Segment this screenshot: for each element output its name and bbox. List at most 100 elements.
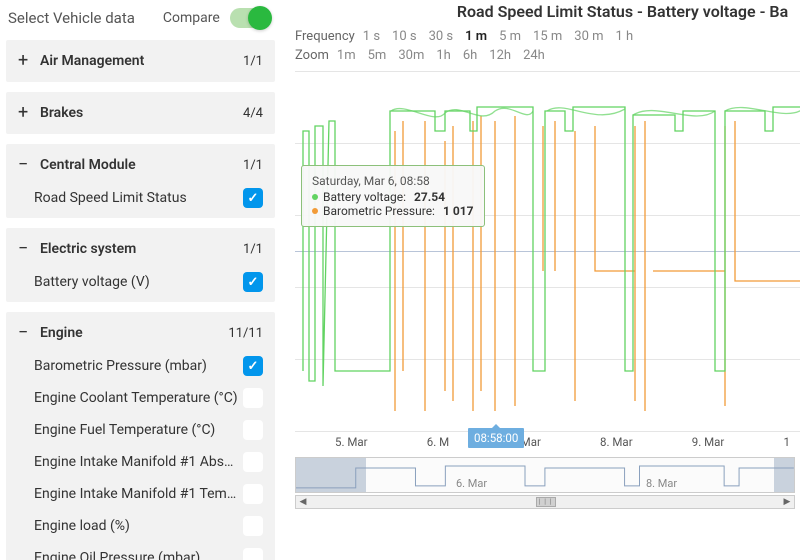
check-icon: ✓ bbox=[248, 275, 259, 290]
group-header[interactable]: + Air Management1/1 bbox=[6, 44, 275, 78]
group-item-label: Engine Oil Pressure (mbar) bbox=[34, 550, 239, 560]
checkbox[interactable]: ✓ bbox=[243, 188, 263, 208]
sidebar: Select Vehicle data Compare + Air Managem… bbox=[0, 0, 285, 560]
checkbox[interactable] bbox=[243, 452, 263, 472]
x-tick: 9. Mar bbox=[692, 435, 725, 449]
tooltip-series-value: 1 017 bbox=[443, 204, 474, 218]
group-item-label: Engine Fuel Temperature (°C) bbox=[34, 422, 239, 438]
group-count: 4/4 bbox=[243, 106, 263, 121]
series-dot-icon bbox=[312, 194, 318, 200]
frequency-options: 1 s 10 s 30 s 1 m 5 m 15 m 30 m 1 h bbox=[363, 29, 633, 44]
horizontal-scrollbar[interactable]: ◀ | | | ▶ bbox=[295, 495, 795, 509]
group: + Air Management1/1 bbox=[6, 40, 275, 82]
group-name: Air Management bbox=[40, 53, 243, 69]
group-count: 1/1 bbox=[243, 158, 263, 173]
group-item[interactable]: Road Speed Limit Status✓ bbox=[6, 182, 275, 214]
tooltip-row: Barometric Pressure: 1 017 bbox=[312, 204, 474, 218]
main: Road Speed Limit Status - Battery voltag… bbox=[285, 0, 800, 560]
group-header[interactable]: −Engine11/11 bbox=[6, 316, 275, 350]
zoom-option[interactable]: 1h bbox=[436, 48, 450, 63]
expand-icon: − bbox=[18, 156, 32, 174]
sidebar-title: Select Vehicle data bbox=[8, 9, 135, 27]
group-name: Central Module bbox=[40, 157, 243, 173]
group-header[interactable]: +Brakes4/4 bbox=[6, 96, 275, 130]
group-item-label: Road Speed Limit Status bbox=[34, 190, 239, 206]
zoom-option[interactable]: 30m bbox=[398, 48, 424, 63]
chart-title: Road Speed Limit Status - Battery voltag… bbox=[295, 2, 800, 21]
group-count: 1/1 bbox=[243, 54, 263, 69]
expand-icon: − bbox=[18, 324, 32, 342]
frequency-option[interactable]: 30 s bbox=[429, 29, 454, 44]
x-tick: 8. Mar bbox=[600, 435, 633, 449]
x-tick: 1 bbox=[784, 435, 790, 449]
tooltip-series-name: Barometric Pressure: bbox=[323, 204, 435, 218]
group-item[interactable]: Engine Coolant Temperature (°C) bbox=[6, 382, 275, 414]
zoom-options: 1m 5m 30m 1h 6h 12h 24h bbox=[337, 48, 545, 63]
zoom-option[interactable]: 5m bbox=[368, 48, 387, 63]
group-item-label: Engine Intake Manifold #1 Abs… bbox=[34, 454, 239, 470]
group-item[interactable]: Engine load (%) bbox=[6, 510, 275, 542]
group-count: 11/11 bbox=[228, 326, 263, 341]
chart-navigator[interactable]: 6. Mar 8. Mar bbox=[295, 457, 795, 493]
x-tick: 6. M bbox=[427, 435, 449, 449]
group-header[interactable]: −Electric system1/1 bbox=[6, 232, 275, 266]
group-item[interactable]: Battery voltage (V) ✓ bbox=[6, 266, 275, 298]
frequency-option[interactable]: 10 s bbox=[392, 29, 417, 44]
group-item-label: Barometric Pressure (mbar) bbox=[34, 358, 239, 374]
group-item-label: Engine load (%) bbox=[34, 518, 239, 534]
scroll-right-icon[interactable]: ▶ bbox=[780, 496, 794, 508]
chart-area[interactable]: Saturday, Mar 6, 08:58 Battery voltage:2… bbox=[295, 71, 800, 431]
frequency-label: Frequency bbox=[295, 29, 355, 44]
compare-toggle[interactable] bbox=[230, 8, 270, 28]
scroll-thumb[interactable]: | | | bbox=[536, 497, 556, 507]
checkbox[interactable] bbox=[243, 516, 263, 536]
group-item[interactable]: Barometric Pressure (mbar) ✓ bbox=[6, 350, 275, 382]
group-name: Electric system bbox=[40, 241, 243, 257]
group: −Electric system1/1 Battery voltage (V) ✓ bbox=[6, 228, 275, 302]
tooltip-series-name: Battery voltage: bbox=[323, 190, 406, 204]
checkbox[interactable]: ✓ bbox=[243, 272, 263, 292]
zoom-option[interactable]: 6h bbox=[463, 48, 477, 63]
nav-label: 8. Mar bbox=[646, 477, 677, 490]
frequency-option[interactable]: 15 m bbox=[533, 29, 562, 44]
group-item[interactable]: Engine Fuel Temperature (°C) bbox=[6, 414, 275, 446]
frequency-option[interactable]: 5 m bbox=[499, 29, 521, 44]
chart-canvas bbox=[295, 71, 800, 431]
group-count: 1/1 bbox=[243, 242, 263, 257]
zoom-label: Zoom bbox=[295, 48, 329, 63]
frequency-option[interactable]: 1 h bbox=[616, 29, 634, 44]
group: −Central Module1/1Road Speed Limit Statu… bbox=[6, 144, 275, 218]
group-item[interactable]: Engine Intake Manifold #1 Abs… bbox=[6, 446, 275, 478]
zoom-option[interactable]: 24h bbox=[523, 48, 545, 63]
checkbox[interactable] bbox=[243, 484, 263, 504]
frequency-option[interactable]: 1 s bbox=[363, 29, 380, 44]
chart-tooltip: Saturday, Mar 6, 08:58 Battery voltage:2… bbox=[301, 165, 485, 227]
series-dot-icon bbox=[312, 208, 318, 214]
group-header[interactable]: −Central Module1/1 bbox=[6, 148, 275, 182]
group-item[interactable]: Engine Intake Manifold #1 Tem… bbox=[6, 478, 275, 510]
checkbox[interactable]: ✓ bbox=[243, 356, 263, 376]
nav-label: 6. Mar bbox=[456, 477, 487, 490]
zoom-option[interactable]: 1m bbox=[337, 48, 356, 63]
group: +Brakes4/4 bbox=[6, 92, 275, 134]
frequency-option[interactable]: 30 m bbox=[574, 29, 603, 44]
group: −Engine11/11 Barometric Pressure (mbar) ✓ E… bbox=[6, 312, 275, 560]
group-item-label: Engine Intake Manifold #1 Tem… bbox=[34, 486, 239, 502]
group-item[interactable]: Engine Oil Pressure (mbar) bbox=[6, 542, 275, 560]
expand-icon: + bbox=[18, 52, 32, 70]
group-item-label: Battery voltage (V) bbox=[34, 274, 239, 290]
x-tick: 5. Mar bbox=[335, 435, 368, 449]
checkbox[interactable] bbox=[243, 548, 263, 560]
compare-label: Compare bbox=[163, 10, 220, 26]
x-axis: 5. Mar 6. M 7. Mar 8. Mar 9. Mar 1 08:58… bbox=[295, 431, 800, 449]
expand-icon: − bbox=[18, 240, 32, 258]
tooltip-row: Battery voltage:27.54 bbox=[312, 190, 474, 204]
check-icon: ✓ bbox=[248, 359, 259, 374]
scroll-left-icon[interactable]: ◀ bbox=[296, 496, 310, 508]
frequency-option[interactable]: 1 m bbox=[465, 29, 487, 44]
zoom-option[interactable]: 12h bbox=[489, 48, 511, 63]
group-item-label: Engine Coolant Temperature (°C) bbox=[34, 390, 239, 406]
checkbox[interactable] bbox=[243, 388, 263, 408]
group-name: Engine bbox=[40, 325, 228, 341]
checkbox[interactable] bbox=[243, 420, 263, 440]
